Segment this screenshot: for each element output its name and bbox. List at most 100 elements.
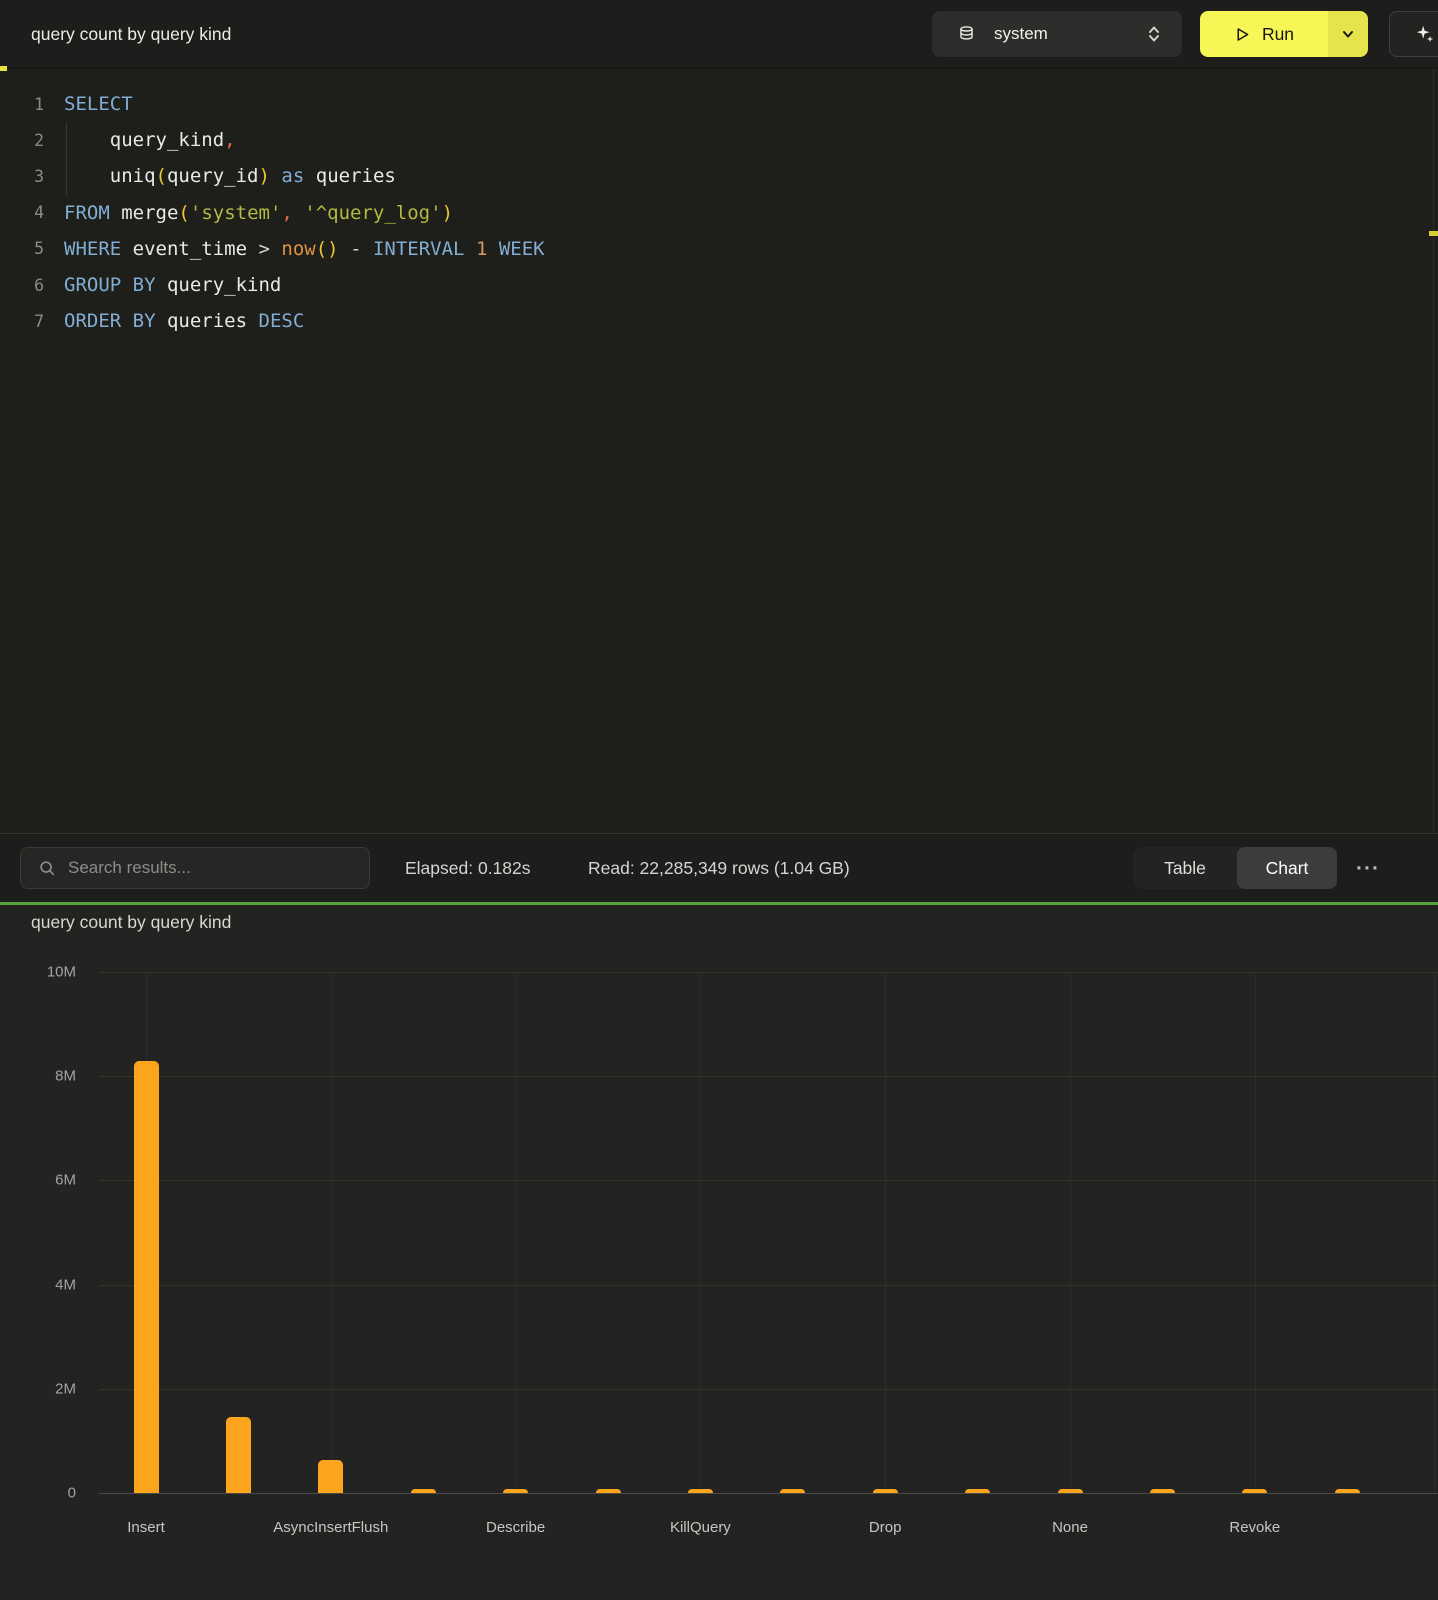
y-axis-tick-label: 8M — [20, 1068, 76, 1085]
code-line[interactable]: 1SELECT — [0, 86, 1418, 122]
search-input[interactable] — [68, 858, 359, 878]
x-axis-tick-label: Drop — [869, 1519, 902, 1536]
bar-unlabeled[interactable] — [1150, 1489, 1175, 1493]
query-title: query count by query kind — [31, 0, 231, 68]
sql-token — [64, 165, 110, 187]
sql-token: queries — [316, 165, 396, 187]
code-text: SELECT — [64, 93, 133, 115]
ruler-decoration — [1429, 231, 1438, 236]
sql-token — [465, 238, 476, 260]
gridline-vertical — [331, 972, 332, 1493]
y-axis-tick-label: 0 — [20, 1485, 76, 1502]
bar-KillQuery[interactable] — [688, 1489, 713, 1493]
code-line[interactable]: 3 uniq(query_id) as queries — [0, 158, 1418, 194]
sql-token — [270, 165, 281, 187]
chart-plot[interactable]: 10M8M6M4M2M0InsertAsyncInsertFlushDescri… — [0, 905, 1438, 1600]
tab-chart[interactable]: Chart — [1237, 847, 1337, 889]
bar-unlabeled[interactable] — [965, 1489, 990, 1493]
sql-token: WEEK — [499, 238, 545, 260]
bar-Insert[interactable] — [134, 1061, 159, 1493]
chart-panel: query count by query kind 10M8M6M4M2M0In… — [0, 905, 1438, 1600]
sql-token: ( — [156, 165, 167, 187]
bar-unlabeled[interactable] — [1335, 1489, 1360, 1493]
sql-editor[interactable]: 1SELECT2 query_kind,3 uniq(query_id) as … — [0, 68, 1438, 833]
line-number: 7 — [0, 312, 44, 331]
bar-unlabeled[interactable] — [411, 1489, 436, 1493]
search-box[interactable] — [20, 847, 370, 889]
sql-token — [247, 238, 258, 260]
sql-token: SELECT — [64, 93, 133, 115]
view-toggle: Table Chart — [1133, 847, 1337, 889]
gridline-vertical — [1434, 972, 1435, 1493]
sql-token — [293, 202, 304, 224]
x-axis-tick-label: Insert — [127, 1519, 165, 1536]
sql-token — [64, 129, 110, 151]
query-header: query count by query kind system Run — [0, 0, 1438, 68]
sql-token: 'system' — [190, 202, 282, 224]
sql-token: now — [281, 238, 315, 260]
run-options-button[interactable] — [1328, 11, 1368, 57]
sql-token: FROM — [64, 202, 110, 224]
gridline-vertical — [700, 972, 701, 1493]
sql-token — [156, 310, 167, 332]
sql-token: - — [350, 238, 361, 260]
elapsed-stat: Elapsed: 0.182s — [405, 834, 531, 903]
database-selector[interactable]: system — [932, 11, 1182, 57]
sql-token — [110, 202, 121, 224]
database-selector-value: system — [994, 24, 1048, 44]
sql-token: ) — [442, 202, 453, 224]
code-line[interactable]: 2 query_kind, — [0, 122, 1418, 158]
indent-guide — [66, 122, 67, 195]
line-number: 6 — [0, 276, 44, 295]
sql-token: , — [281, 202, 292, 224]
line-number: 3 — [0, 167, 44, 186]
bar-unlabeled[interactable] — [596, 1489, 621, 1493]
code-text: WHERE event_time > now() - INTERVAL 1 WE… — [64, 238, 545, 260]
code-text: ORDER BY queries DESC — [64, 310, 304, 332]
sql-token: uniq — [110, 165, 156, 187]
search-icon — [38, 859, 56, 877]
line-number: 4 — [0, 203, 44, 222]
bar-unlabeled[interactable] — [226, 1417, 251, 1493]
y-axis-tick-label: 10M — [20, 964, 76, 981]
gridline-horizontal — [99, 1180, 1438, 1181]
bar-unlabeled[interactable] — [780, 1489, 805, 1493]
sql-token: > — [259, 238, 270, 260]
bar-Drop[interactable] — [873, 1489, 898, 1493]
code-line[interactable]: 6GROUP BY query_kind — [0, 267, 1418, 303]
code-line[interactable]: 4FROM merge('system', '^query_log') — [0, 195, 1418, 231]
gridline-vertical — [516, 972, 517, 1493]
x-axis-line — [99, 1493, 1438, 1494]
bar-Revoke[interactable] — [1242, 1489, 1267, 1493]
sql-token: , — [224, 129, 235, 151]
bar-Describe[interactable] — [503, 1489, 528, 1493]
gridline-horizontal — [99, 972, 1438, 973]
overview-ruler[interactable] — [1433, 69, 1438, 833]
ai-assist-button[interactable] — [1389, 11, 1438, 57]
sql-token: GROUP BY — [64, 274, 156, 296]
editor-top-marker — [0, 66, 7, 71]
gridline-horizontal — [99, 1389, 1438, 1390]
line-number: 2 — [0, 131, 44, 150]
bar-AsyncInsertFlush[interactable] — [318, 1460, 343, 1493]
sql-token — [156, 274, 167, 296]
sql-token — [304, 165, 315, 187]
sql-token: 1 — [476, 238, 487, 260]
play-icon — [1234, 26, 1251, 43]
code-line[interactable]: 7 ORDER BY queries DESC — [0, 303, 1418, 339]
x-axis-tick-label: KillQuery — [670, 1519, 731, 1536]
gridline-vertical — [1070, 972, 1071, 1493]
sql-token: () — [316, 238, 339, 260]
sql-token — [339, 238, 350, 260]
code-line[interactable]: 5 WHERE event_time > now() - INTERVAL 1 W… — [0, 231, 1418, 267]
sql-token: ( — [178, 202, 189, 224]
sql-token: ) — [259, 165, 270, 187]
tab-table[interactable]: Table — [1133, 847, 1237, 889]
bar-None[interactable] — [1058, 1489, 1083, 1493]
x-axis-tick-label: Revoke — [1229, 1519, 1280, 1536]
y-axis-tick-label: 4M — [20, 1276, 76, 1293]
run-button[interactable]: Run — [1200, 11, 1328, 57]
sql-token: WHERE — [64, 238, 121, 260]
more-options-button[interactable]: ··· — [1348, 834, 1388, 903]
line-number: 5 — [0, 239, 44, 258]
